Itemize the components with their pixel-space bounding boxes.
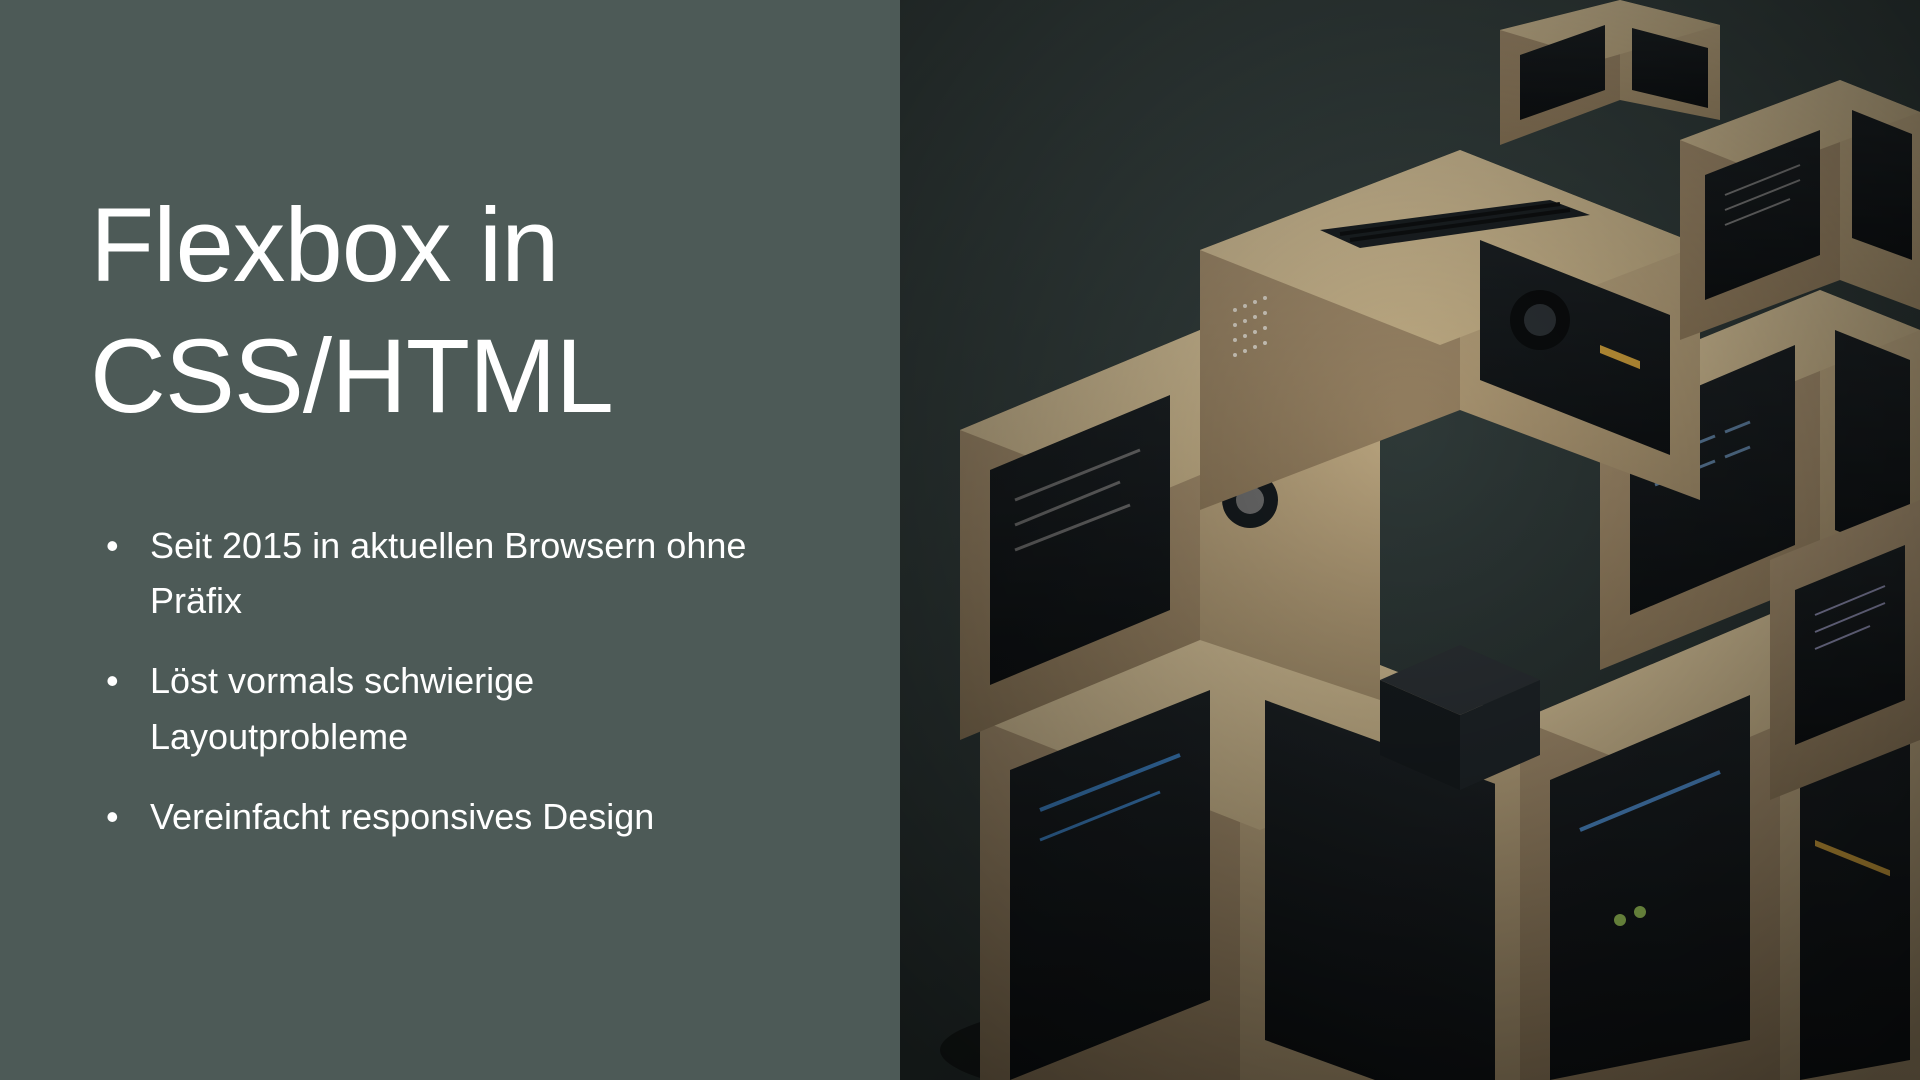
image-panel bbox=[900, 0, 1920, 1080]
slide-title: Flexbox in CSS/HTML bbox=[90, 180, 820, 443]
stacked-boxes-icon bbox=[900, 0, 1920, 1080]
bullet-item: Vereinfacht responsives Design bbox=[100, 789, 780, 845]
bullet-item: Seit 2015 in aktuellen Browsern ohne Prä… bbox=[100, 518, 780, 630]
text-panel: Flexbox in CSS/HTML Seit 2015 in aktuell… bbox=[0, 0, 900, 1080]
bullet-item: Löst vormals schwierige Layoutprobleme bbox=[100, 653, 780, 765]
bullet-list: Seit 2015 in aktuellen Browsern ohne Prä… bbox=[90, 518, 820, 845]
